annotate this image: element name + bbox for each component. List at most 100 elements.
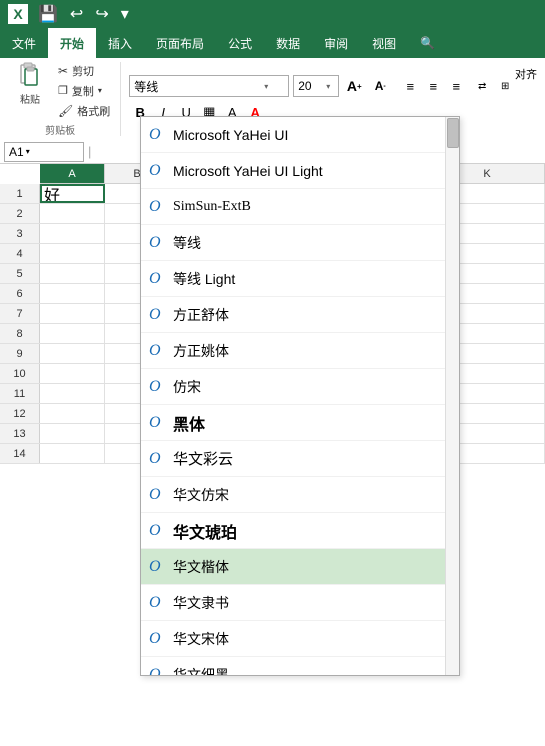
font-list-item[interactable]: O华文仿宋 (141, 477, 459, 513)
row-header[interactable]: 6 (0, 284, 40, 303)
row-header[interactable]: 4 (0, 244, 40, 263)
font-name-label: 等线 Light (173, 269, 437, 289)
cell-a[interactable]: 好 (40, 184, 105, 203)
font-list-item[interactable]: O华文隶书 (141, 585, 459, 621)
row-header[interactable]: 14 (0, 444, 40, 463)
tab-review[interactable]: 审阅 (312, 28, 360, 58)
font-list-item[interactable]: O 仿宋 (141, 369, 459, 405)
font-list-item[interactable]: O华文彩云 (141, 441, 459, 477)
more-btn[interactable]: ▾ (117, 2, 133, 26)
font-list-item[interactable]: O方正舒体 (141, 297, 459, 333)
clipboard-group: 粘贴 ✂ 剪切 ❐ 复制 ▾ 🖌 格式刷 剪贴板 (8, 62, 121, 136)
font-list-item[interactable]: O方正姚体 (141, 333, 459, 369)
increase-font-button[interactable]: A+ (343, 75, 365, 97)
cell-a[interactable] (40, 304, 105, 323)
title-bar: X 💾 ↩ ↪ ▾ (0, 0, 545, 28)
font-name-dropdown[interactable]: 等线 ▾ (129, 75, 289, 97)
tab-file[interactable]: 文件 (0, 28, 48, 58)
name-box-dropdown[interactable]: ▾ (26, 147, 30, 156)
font-o-icon: O (149, 342, 165, 360)
merge-button[interactable]: ⊞ (494, 75, 516, 97)
clipboard-group-label: 剪贴板 (45, 122, 75, 137)
formula-bar-separator: | (88, 144, 91, 159)
align-right-button[interactable]: ≡ (445, 75, 467, 97)
font-name-label: 仿宋 (173, 377, 437, 397)
tab-formula[interactable]: 公式 (216, 28, 264, 58)
cell-a[interactable] (40, 344, 105, 363)
cell-a[interactable] (40, 364, 105, 383)
font-o-icon: O (149, 162, 165, 180)
size-dropdown-arrow: ▾ (326, 82, 330, 91)
scrollbar-track[interactable] (445, 117, 459, 676)
scrollbar-thumb[interactable] (447, 118, 459, 148)
redo-btn[interactable]: ↪ (91, 2, 112, 26)
tab-data[interactable]: 数据 (264, 28, 312, 58)
font-name-label: 黑体 (173, 411, 437, 435)
col-header-a[interactable]: A (40, 164, 105, 183)
row-header[interactable]: 1 (0, 184, 40, 203)
tab-home[interactable]: 开始 (48, 28, 96, 58)
font-name-input[interactable]: 等线 (134, 79, 264, 93)
cell-a[interactable] (40, 424, 105, 443)
tab-more[interactable]: 🔍 (408, 28, 447, 58)
align-left-button[interactable]: ≡ (399, 75, 421, 97)
font-list-item[interactable]: O等线 Light (141, 261, 459, 297)
cell-a[interactable] (40, 224, 105, 243)
tab-pagelayout[interactable]: 页面布局 (144, 28, 216, 58)
font-list-item[interactable]: O Microsoft YaHei UI Light (141, 153, 459, 189)
font-list-item[interactable]: O华文琥珀 (141, 513, 459, 549)
excel-icon: X (8, 4, 28, 24)
row-header[interactable]: 3 (0, 224, 40, 243)
paste-button[interactable]: 粘贴 (8, 62, 52, 106)
cell-a[interactable] (40, 264, 105, 283)
undo-btn[interactable]: ↩ (66, 2, 87, 26)
font-o-icon: O (149, 378, 165, 396)
wrap-text-button[interactable]: ⇄ (471, 75, 493, 97)
font-size-input[interactable]: 20 (298, 79, 326, 93)
font-o-icon: O (149, 522, 165, 540)
cell-a[interactable] (40, 284, 105, 303)
row-header[interactable]: 8 (0, 324, 40, 343)
row-header[interactable]: 9 (0, 344, 40, 363)
row-header[interactable]: 10 (0, 364, 40, 383)
cell-a[interactable] (40, 244, 105, 263)
row-header[interactable]: 13 (0, 424, 40, 443)
cell-a[interactable] (40, 384, 105, 403)
cell-a[interactable] (40, 444, 105, 463)
quick-access: 💾 ↩ ↪ ▾ (34, 2, 133, 26)
align-center-button[interactable]: ≡ (422, 75, 444, 97)
font-list-item[interactable]: O等线 (141, 225, 459, 261)
tab-view[interactable]: 视图 (360, 28, 408, 58)
cut-button[interactable]: ✂ 剪切 (56, 62, 112, 80)
row-header[interactable]: 7 (0, 304, 40, 323)
font-list-item[interactable]: O华文楷体 (141, 549, 459, 585)
font-list-overlay[interactable]: OMicrosoft YaHei UI O Microsoft YaHei UI L… (140, 116, 460, 676)
save-btn[interactable]: 💾 (34, 2, 62, 26)
clipboard-small-btns: ✂ 剪切 ❐ 复制 ▾ 🖌 格式刷 (56, 62, 112, 120)
copy-dropdown-icon: ▾ (98, 86, 102, 95)
font-list-item[interactable]: OMicrosoft YaHei UI (141, 117, 459, 153)
decrease-font-button[interactable]: A- (369, 75, 391, 97)
row-header[interactable]: 12 (0, 404, 40, 423)
font-list-item[interactable]: O华文宋体 (141, 621, 459, 657)
font-name-label: Microsoft YaHei UI Light (173, 163, 437, 179)
cell-a[interactable] (40, 324, 105, 343)
name-box[interactable]: A1 ▾ (4, 142, 84, 162)
font-list-item[interactable]: O华文细黑 (141, 657, 459, 676)
cell-a[interactable] (40, 204, 105, 223)
paste-label: 粘贴 (20, 91, 40, 106)
font-list-item[interactable]: O 黑体 (141, 405, 459, 441)
font-o-icon: O (149, 198, 165, 216)
copy-button[interactable]: ❐ 复制 ▾ (56, 82, 112, 100)
font-size-dropdown[interactable]: 20 ▾ (293, 75, 339, 97)
cell-reference: A1 (9, 145, 24, 159)
tab-insert[interactable]: 插入 (96, 28, 144, 58)
row-header[interactable]: 2 (0, 204, 40, 223)
font-list-item[interactable]: OSimSun-ExtB (141, 189, 459, 225)
format-painter-button[interactable]: 🖌 格式刷 (56, 102, 112, 120)
row-header[interactable]: 5 (0, 264, 40, 283)
row-header[interactable]: 11 (0, 384, 40, 403)
font-name-label: 华文楷体 (173, 557, 437, 577)
cell-a[interactable] (40, 404, 105, 423)
font-o-icon: O (149, 414, 165, 432)
